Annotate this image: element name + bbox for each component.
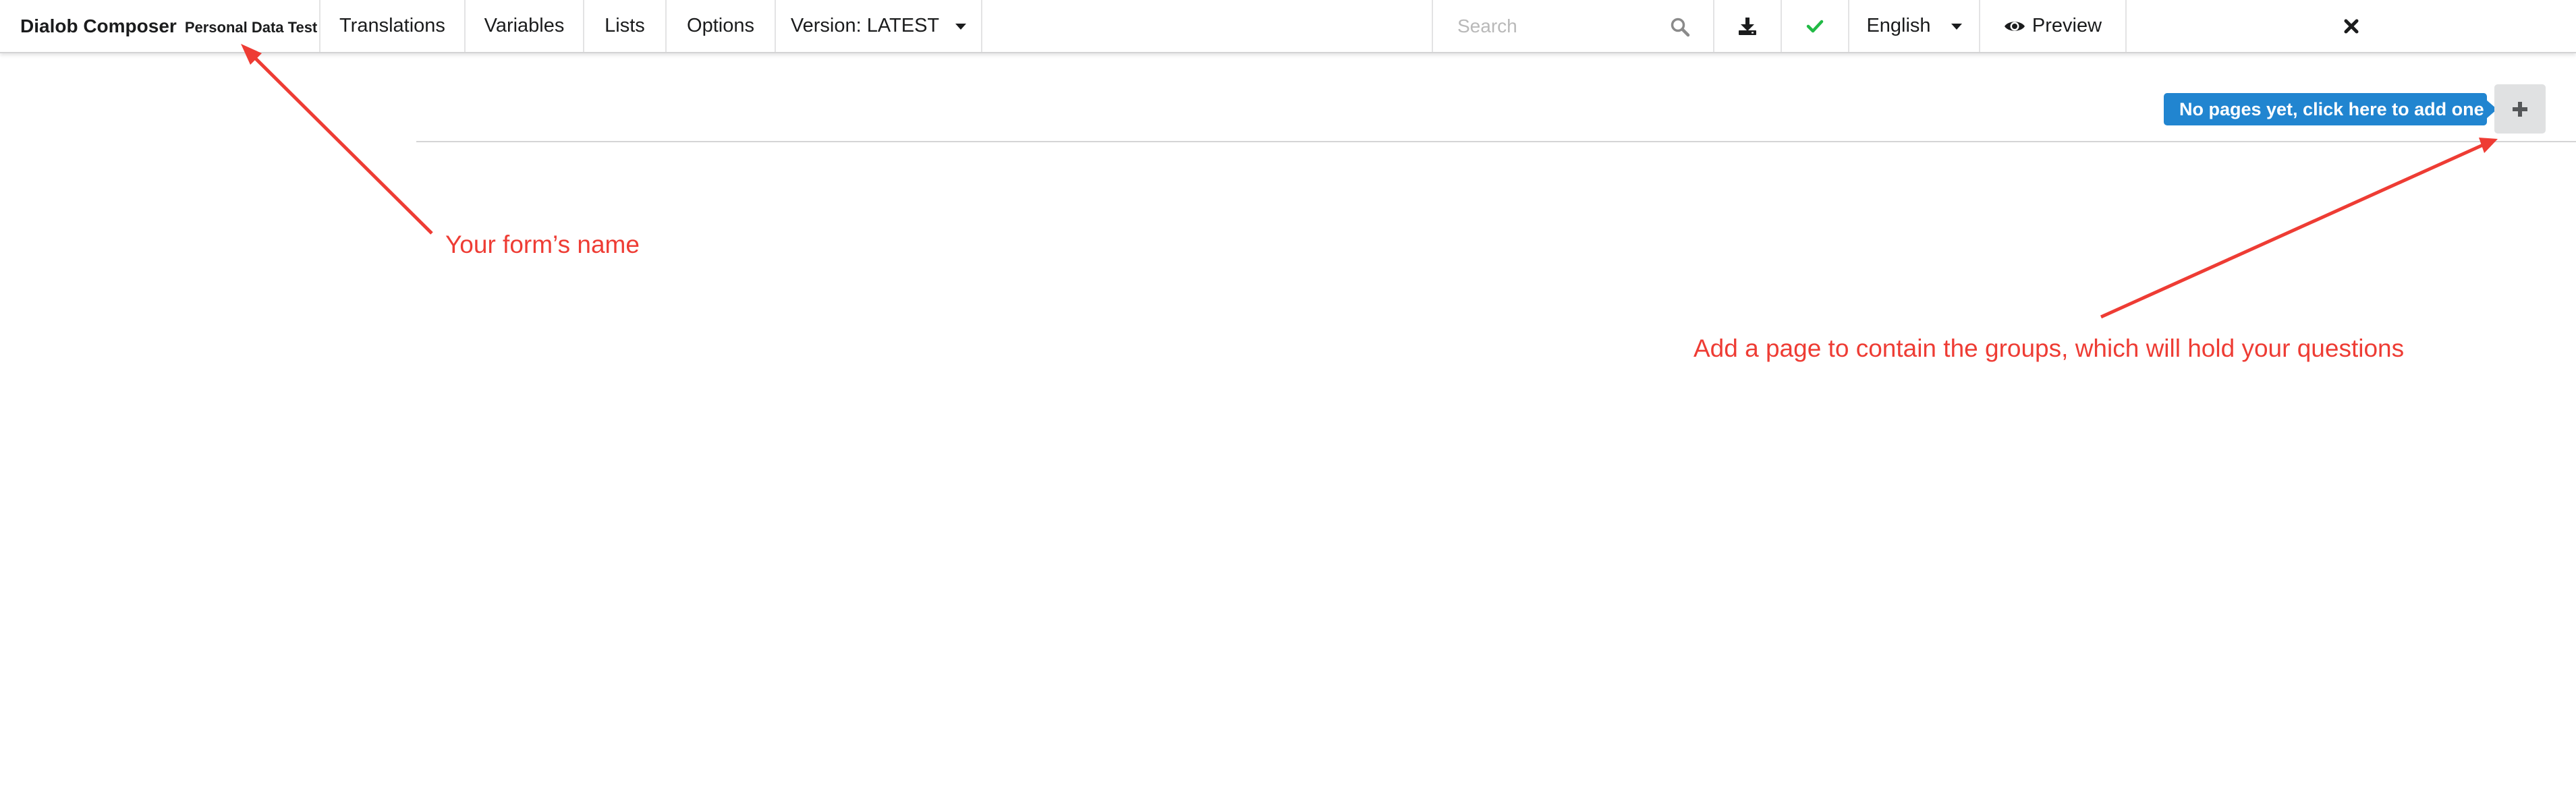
menu-item-variables[interactable]: Variables xyxy=(466,0,584,52)
menu-item-options[interactable]: Options xyxy=(667,0,776,52)
language-label: English xyxy=(1866,15,1931,36)
search-input[interactable] xyxy=(1456,14,1661,38)
add-page-tooltip[interactable]: No pages yet, click here to add one xyxy=(2164,93,2497,125)
preview-label: Preview xyxy=(2032,15,2102,36)
form-name: Personal Data Test xyxy=(184,18,318,36)
eye-icon xyxy=(2004,21,2025,31)
download-icon xyxy=(1739,17,1756,35)
search-icon[interactable] xyxy=(1670,17,1690,37)
arrow-to-add-page xyxy=(2100,138,2498,319)
chevron-down-icon xyxy=(955,24,967,30)
version-label: Version: LATEST xyxy=(790,15,940,36)
add-page-tooltip-text: No pages yet, click here to add one xyxy=(2179,98,2484,119)
download-button[interactable] xyxy=(1714,0,1782,52)
brand: Dialob Composer Personal Data Test xyxy=(0,0,320,52)
app-title: Dialob Composer xyxy=(20,15,177,36)
chevron-down-icon xyxy=(1951,24,1962,30)
composer-page: Dialob Composer Personal Data Test Trans… xyxy=(0,0,2576,789)
close-button[interactable] xyxy=(2127,0,2576,52)
version-dropdown[interactable]: Version: LATEST xyxy=(776,0,982,52)
close-icon xyxy=(2344,19,2359,33)
menu-item-translations[interactable]: Translations xyxy=(320,0,466,52)
arrow-to-form-name xyxy=(241,44,433,235)
validation-status-button[interactable] xyxy=(1782,0,1849,52)
language-dropdown[interactable]: English xyxy=(1849,0,1980,52)
menu-spacer xyxy=(982,0,1432,52)
top-menu-bar: Dialob Composer Personal Data Test Trans… xyxy=(0,0,2576,53)
preview-button[interactable]: Preview xyxy=(1980,0,2127,52)
annotation-form-name: Your form’s name xyxy=(445,231,640,258)
annotation-add-page: Add a page to contain the groups, which … xyxy=(1693,334,2405,362)
add-page-button[interactable] xyxy=(2494,84,2546,134)
search-box xyxy=(1432,0,1714,52)
check-icon xyxy=(1806,20,1824,32)
plus-icon xyxy=(2513,101,2527,117)
pages-divider xyxy=(416,141,2576,142)
menu-item-lists[interactable]: Lists xyxy=(584,0,667,52)
